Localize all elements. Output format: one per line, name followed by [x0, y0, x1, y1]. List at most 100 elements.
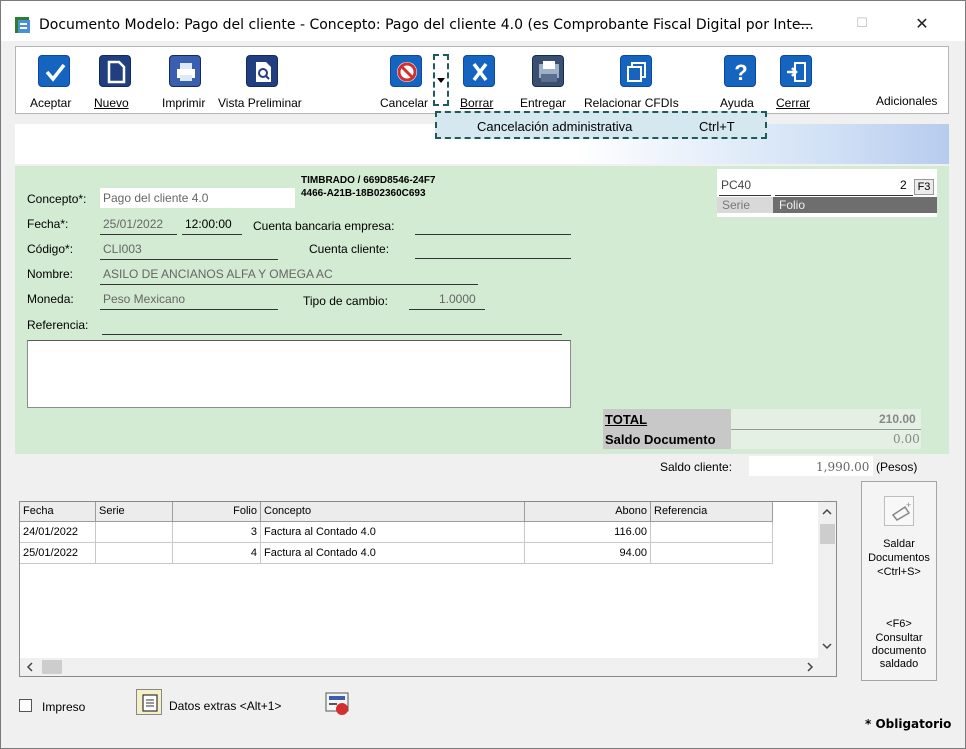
saldo-cliente-currency: (Pesos) [876, 460, 918, 474]
scroll-left-icon[interactable] [24, 661, 36, 676]
horizontal-scrollbar[interactable] [20, 658, 836, 676]
document-window: Documento Modelo: Pago del cliente - Con… [0, 0, 966, 749]
impreso-checkbox[interactable] [19, 699, 32, 712]
adicionales-menu[interactable]: Adicionales [876, 94, 937, 108]
total-label: TOTAL [605, 412, 648, 427]
moneda-value[interactable]: Peso Mexicano [103, 292, 185, 306]
total-divider [731, 429, 921, 430]
codigo-value[interactable]: CLI003 [103, 242, 142, 256]
relacionar-cfdis-button[interactable]: Relacionar CFDIs [582, 51, 692, 113]
cancel-icon [390, 55, 422, 87]
cuenta-bancaria-label: Cuenta bancaria empresa: [253, 219, 395, 233]
col-header-fecha[interactable]: Fecha [20, 502, 96, 522]
table-cell[interactable]: Factura al Contado 4.0 [261, 543, 525, 564]
cerrar-label: Cerrar [776, 96, 811, 110]
col-header-folio[interactable]: Folio [173, 502, 261, 522]
check-icon [38, 55, 70, 87]
table-cell[interactable]: 25/01/2022 [20, 543, 96, 564]
moneda-label: Moneda: [27, 292, 74, 306]
borrar-label: Borrar [460, 96, 494, 110]
borrar-button[interactable]: Borrar [454, 51, 500, 113]
cancelar-label: Cancelar [380, 96, 429, 110]
col-header-referencia[interactable]: Referencia [651, 502, 773, 522]
folio-label: Folio [779, 198, 806, 212]
cancelacion-shortcut: Ctrl+T [699, 119, 735, 134]
cuenta-cliente-label: Cuenta cliente: [309, 242, 390, 256]
cerrar-button[interactable]: Cerrar [774, 51, 818, 113]
col-header-serie[interactable]: Serie [96, 502, 173, 522]
svg-text:+: + [906, 500, 911, 510]
table-cell[interactable] [651, 543, 773, 564]
codigo-label: Código*: [27, 242, 74, 256]
saldado-label[interactable]: saldado [862, 658, 936, 671]
cancelar-dropdown-arrow[interactable] [433, 54, 449, 106]
col-header-concepto[interactable]: Concepto [261, 502, 525, 522]
close-button[interactable]: ✕ [899, 11, 945, 37]
tools-icon[interactable] [323, 689, 353, 717]
referencia-field[interactable] [102, 334, 562, 335]
f3-button[interactable]: F3 [914, 179, 934, 195]
nombre-value[interactable]: ASILO DE ANCIANOS ALFA Y OMEGA AC [103, 267, 333, 281]
datos-extras-button[interactable] [136, 689, 162, 715]
documento-label[interactable]: documento [862, 645, 936, 658]
table-cell[interactable]: 24/01/2022 [20, 522, 96, 543]
hora-value[interactable]: 12:00:00 [185, 217, 232, 231]
saldar-icon[interactable]: + [884, 496, 914, 526]
maximize-button[interactable]: ☐ [839, 11, 885, 37]
vertical-scroll-thumb[interactable] [820, 524, 835, 544]
obligatorio-note: * Obligatorio [865, 717, 952, 731]
concepto-value: Pago del cliente 4.0 [103, 191, 209, 205]
vista-preliminar-button[interactable]: Vista Preliminar [216, 51, 310, 113]
cancelar-button[interactable]: Cancelar [376, 51, 436, 113]
side-actions-panel: + Saldar Documentos <Ctrl+S> <F6> Consul… [861, 481, 937, 681]
saldar-label[interactable]: Saldar [862, 538, 936, 551]
ayuda-button[interactable]: ? Ayuda [716, 51, 764, 113]
scroll-down-icon[interactable] [820, 640, 834, 655]
scroll-up-icon[interactable] [820, 506, 834, 521]
minimize-button[interactable]: — [781, 11, 827, 37]
imprimir-button[interactable]: Imprimir [160, 51, 210, 113]
folio-value[interactable]: 2 [900, 178, 907, 192]
svg-text:?: ? [734, 60, 747, 85]
window-title: Documento Modelo: Pago del cliente - Con… [39, 17, 814, 33]
observaciones-textarea[interactable] [27, 340, 571, 408]
serie-label: Serie [722, 198, 751, 212]
entregar-button[interactable]: Entregar [516, 51, 578, 113]
serie-value[interactable]: PC40 [721, 178, 751, 192]
table-cell[interactable]: 94.00 [525, 543, 651, 564]
table-cell[interactable]: Factura al Contado 4.0 [261, 522, 525, 543]
fecha-value[interactable]: 25/01/2022 [103, 217, 163, 231]
nuevo-button[interactable]: Nuevo [92, 51, 142, 113]
tipo-cambio-value[interactable]: 1.0000 [439, 292, 476, 306]
table-cell[interactable] [96, 543, 173, 564]
aceptar-button[interactable]: Aceptar [26, 51, 86, 113]
table-cell[interactable] [96, 522, 173, 543]
table-cell[interactable]: 116.00 [525, 522, 651, 543]
hora-underline [182, 234, 242, 235]
concepto-field[interactable]: Pago del cliente 4.0 [100, 188, 295, 208]
horizontal-scroll-thumb[interactable] [42, 660, 62, 674]
folio-underline [775, 195, 913, 196]
table-cell[interactable] [651, 522, 773, 543]
nombre-underline [100, 284, 478, 285]
toolbar: Aceptar Nuevo Imprimir Vista Preliminar … [15, 46, 949, 114]
vertical-scrollbar[interactable] [818, 502, 836, 658]
cuenta-bancaria-field[interactable] [415, 234, 571, 235]
table-cell[interactable]: 4 [173, 543, 261, 564]
fecha-underline [100, 234, 177, 235]
documentos-label[interactable]: Documentos [862, 552, 936, 565]
consultar-label[interactable]: Consultar [862, 632, 936, 645]
table-cell[interactable]: 3 [173, 522, 261, 543]
saldo-documento-label: Saldo Documento [605, 432, 716, 447]
related-docs-icon [620, 55, 652, 87]
cuenta-cliente-field[interactable] [415, 258, 571, 259]
entregar-label: Entregar [520, 96, 567, 110]
scroll-right-icon[interactable] [804, 661, 816, 676]
new-document-icon [99, 55, 131, 87]
tipo-cambio-underline [409, 309, 485, 310]
concepto-label: Concepto*: [27, 192, 87, 206]
cancelacion-administrativa-item[interactable]: Cancelación administrativa [477, 119, 632, 134]
documents-table: Fecha Serie Folio Concepto Abono Referen… [19, 501, 837, 677]
col-header-abono[interactable]: Abono [525, 502, 651, 522]
saldo-cliente-value: 1,990.00 [816, 460, 870, 474]
